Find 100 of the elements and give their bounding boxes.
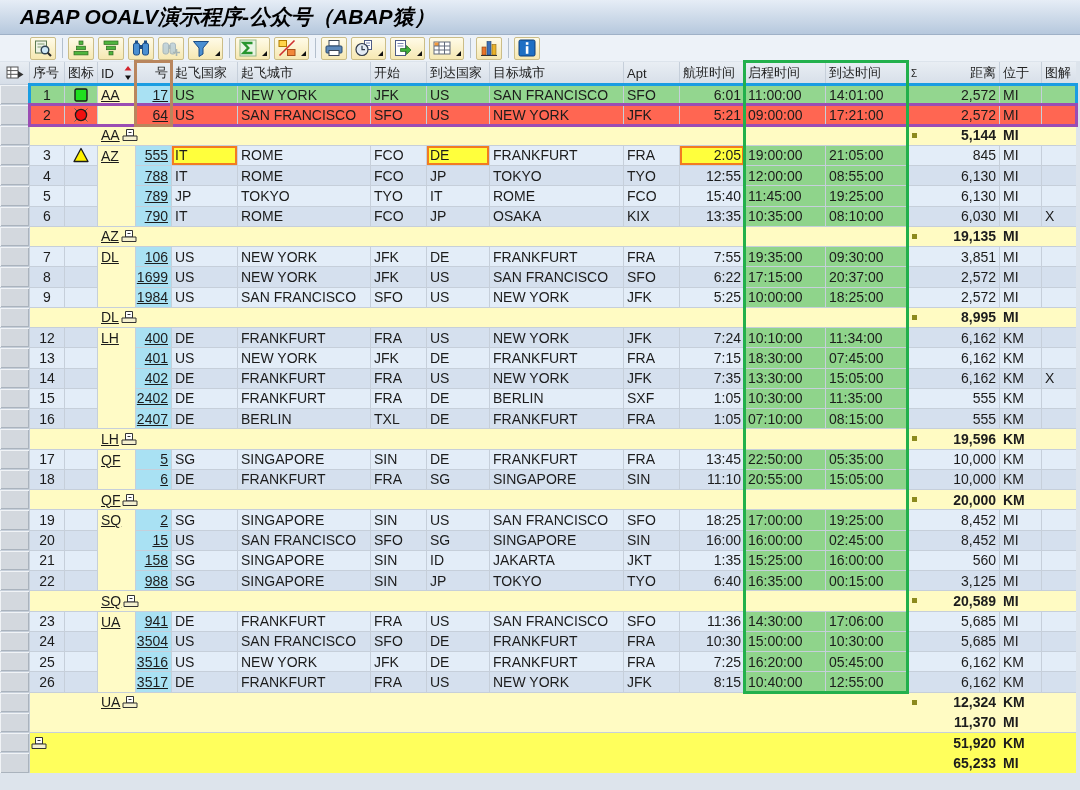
flight-number-link[interactable]: 17 — [152, 86, 168, 103]
export-button[interactable] — [390, 36, 425, 60]
row-selector[interactable] — [0, 348, 29, 368]
row-selector[interactable] — [0, 409, 29, 429]
column-header[interactable]: 起飞城市 — [238, 62, 370, 84]
details-button[interactable] — [30, 36, 56, 60]
flight-number-link[interactable]: 1984 — [136, 289, 168, 306]
airline-link[interactable]: AZ — [101, 147, 119, 164]
sort-descending-button[interactable] — [98, 36, 124, 60]
info-button[interactable] — [514, 36, 540, 60]
row-selector[interactable] — [0, 611, 29, 631]
airline-link[interactable]: QF — [101, 451, 121, 468]
row-selector[interactable] — [0, 753, 29, 773]
sort-ascending-button[interactable] — [68, 36, 94, 60]
row-selector[interactable] — [0, 247, 29, 267]
row-selector[interactable] — [0, 125, 29, 145]
row-selector[interactable] — [0, 530, 29, 550]
airline-link[interactable]: DL — [101, 249, 119, 265]
flight-number-link[interactable]: 106 — [144, 248, 168, 265]
airline-link[interactable]: UA — [101, 613, 121, 630]
row-selector[interactable] — [0, 652, 29, 672]
column-header[interactable]: 位于 — [1000, 62, 1041, 84]
row-selector[interactable] — [0, 692, 29, 712]
column-header[interactable]: ID — [98, 62, 135, 84]
row-selector[interactable] — [0, 307, 29, 327]
subtotal-button[interactable] — [274, 36, 309, 60]
table-cell: 17:15:00 — [745, 267, 825, 287]
column-header[interactable]: 目标城市 — [490, 62, 623, 84]
flight-number-link[interactable]: 2407 — [136, 410, 168, 427]
airline-link[interactable]: SQ — [101, 592, 122, 609]
row-selector[interactable] — [0, 449, 29, 469]
flight-number-link[interactable]: 402 — [144, 370, 168, 387]
airline-link[interactable]: SQ — [101, 512, 122, 529]
flight-number-link[interactable]: 788 — [144, 167, 168, 184]
row-selector[interactable] — [0, 145, 29, 165]
row-selector[interactable] — [0, 510, 29, 530]
flight-number-link[interactable]: 2 — [160, 511, 168, 528]
row-selector[interactable] — [0, 631, 29, 651]
filter-button[interactable] — [188, 36, 223, 60]
sum-button[interactable] — [235, 36, 270, 60]
flight-number-link[interactable]: 5 — [160, 451, 168, 468]
row-selector[interactable] — [0, 287, 29, 307]
airline-link[interactable]: LH — [101, 330, 119, 346]
flight-number-link[interactable]: 64 — [152, 106, 168, 123]
flight-number-link[interactable]: 1699 — [136, 268, 168, 285]
row-selector[interactable] — [0, 105, 29, 125]
airline-link[interactable]: AZ — [101, 228, 119, 245]
column-header[interactable]: 图解 — [1042, 62, 1076, 84]
find-button[interactable] — [128, 36, 154, 60]
table-cell: 4 — [30, 166, 64, 186]
row-selector[interactable] — [0, 226, 29, 246]
row-selector[interactable] — [0, 166, 29, 186]
flight-number-link[interactable]: 941 — [144, 613, 168, 630]
row-selector[interactable] — [0, 328, 29, 348]
flight-number-link[interactable]: 158 — [144, 552, 168, 569]
flight-number-link[interactable]: 988 — [144, 572, 168, 589]
flight-number-link[interactable]: 3516 — [136, 653, 168, 670]
flight-number-link[interactable]: 3504 — [136, 633, 168, 650]
row-selector[interactable] — [0, 469, 29, 489]
flight-number-link[interactable]: 15 — [152, 532, 168, 549]
row-selector[interactable] — [0, 550, 29, 570]
flight-number-link[interactable]: 2402 — [136, 390, 168, 407]
column-header[interactable]: 到达国家 — [427, 62, 489, 84]
row-selector[interactable] — [0, 429, 29, 449]
airline-link[interactable]: QF — [101, 491, 121, 508]
flight-number-link[interactable]: 790 — [144, 208, 168, 225]
row-selector[interactable] — [0, 206, 29, 226]
row-selector[interactable] — [0, 672, 29, 692]
column-header[interactable]: 序号 — [30, 62, 64, 84]
flight-number-link[interactable]: 400 — [144, 329, 168, 346]
flight-number-link[interactable]: 789 — [144, 187, 168, 204]
graphic-button[interactable] — [476, 36, 502, 60]
row-selector[interactable] — [0, 571, 29, 591]
layout-button[interactable] — [429, 36, 464, 60]
views-button[interactable] — [351, 36, 386, 60]
airline-link[interactable]: AA — [101, 87, 120, 103]
row-selector[interactable] — [0, 591, 29, 611]
airline-link[interactable]: LH — [101, 430, 119, 447]
airline-link[interactable]: DL — [101, 309, 119, 326]
airline-link[interactable]: AA — [101, 127, 120, 144]
column-header[interactable]: Apt — [624, 62, 679, 84]
select-all-button[interactable] — [0, 62, 29, 84]
column-header[interactable]: 开始 — [371, 62, 426, 84]
row-selector[interactable] — [0, 733, 29, 753]
flight-number-link[interactable]: 6 — [160, 471, 168, 488]
column-header[interactable]: Σ 距离 — [908, 62, 999, 84]
print-button[interactable] — [321, 36, 347, 60]
row-selector[interactable] — [0, 186, 29, 206]
row-selector[interactable] — [0, 490, 29, 510]
column-header[interactable]: 起飞国家 — [172, 62, 237, 84]
column-header[interactable]: 图标 — [65, 62, 97, 84]
flight-number-link[interactable]: 555 — [144, 147, 168, 164]
airline-link[interactable]: UA — [101, 694, 121, 711]
row-selector[interactable] — [0, 368, 29, 388]
flight-number-link[interactable]: 401 — [144, 349, 168, 366]
row-selector[interactable] — [0, 388, 29, 408]
flight-number-link[interactable]: 3517 — [136, 673, 168, 690]
row-selector[interactable] — [0, 712, 29, 732]
row-selector[interactable] — [0, 267, 29, 287]
column-header[interactable]: 航班时间 — [680, 62, 744, 84]
